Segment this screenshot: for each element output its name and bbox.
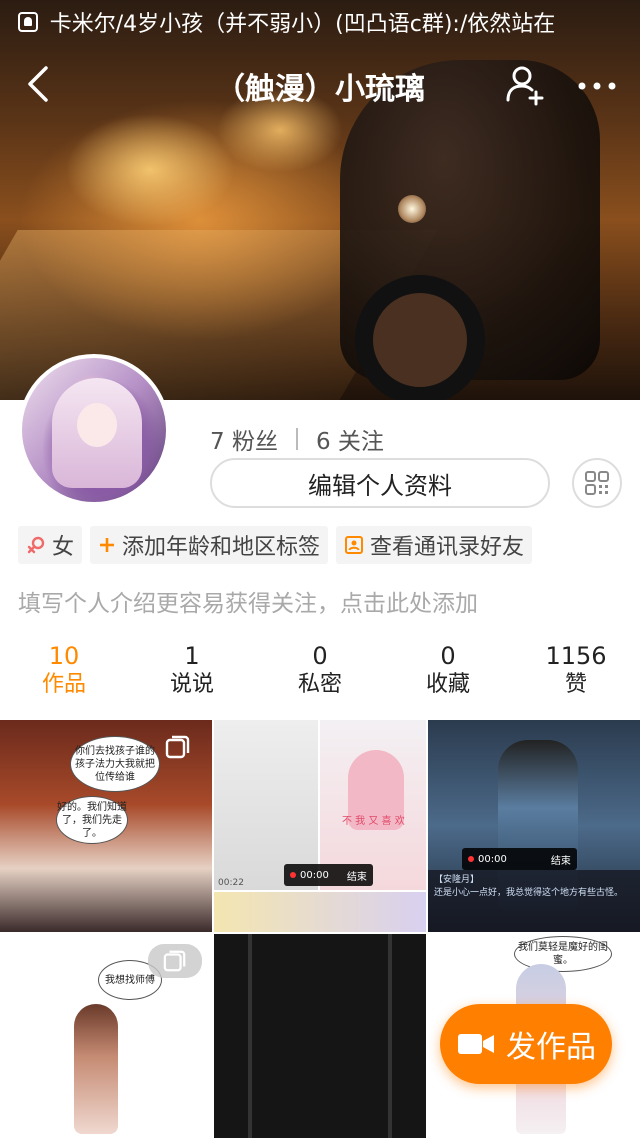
tab-works[interactable]: 10 作品 [0,642,128,706]
avatar-face [77,403,117,447]
rec-end: 结束 [346,871,367,883]
followers-label: 粉丝 [231,429,278,455]
status-notification-text: 卡米尔/4岁小孩（并不弱小）(凹凸语c群):/依然站在 [49,12,556,37]
qr-code-icon [585,471,609,495]
multi-image-icon [158,730,198,764]
add-friend-button[interactable] [502,62,546,106]
character-figure [74,1004,118,1134]
recording-bar: 00:00 结束 [462,848,577,870]
female-icon [26,535,46,555]
rec-end: 结束 [550,855,571,867]
avatar[interactable] [18,354,170,506]
tab-private[interactable]: 0 私密 [256,642,384,706]
more-icon [578,82,616,90]
back-icon [28,66,48,102]
add-age-region-tag[interactable]: 添加年龄和地区标签 [90,526,329,564]
tab-favorites[interactable]: 0 收藏 [384,642,512,706]
video-camera-icon [456,1030,496,1058]
more-button[interactable] [572,62,622,106]
back-button[interactable] [18,62,62,106]
tab-count: 1 [184,642,200,670]
plus-icon [98,536,116,554]
multi-image-icon [148,944,202,978]
tab-posts[interactable]: 1 说说 [128,642,256,706]
profile-tags: 女 添加年龄和地区标签 查看通讯录好友 [18,526,533,564]
tab-label: 收藏 [425,672,470,697]
tab-label: 赞 [564,672,587,697]
contacts-icon [344,535,364,555]
view-contacts-label: 查看通讯录好友 [370,535,525,560]
tab-label: 说说 [169,672,214,697]
tab-label: 私密 [297,672,342,697]
phone-edge [388,934,392,1138]
qr-code-button[interactable] [572,458,622,508]
publish-work-label: 发作品 [506,1030,596,1065]
tab-count: 0 [312,642,328,670]
tab-count: 1156 [545,642,607,670]
pink-caption: 不 我 又 喜 欢 [342,816,405,827]
recording-bar: 00:00 结束 [284,864,373,886]
time-left: 00:22 [218,878,244,888]
profile-tabs: 10 作品 1 说说 0 私密 0 收藏 1156 赞 [0,642,640,706]
video-frame [214,892,426,932]
followers-count: 7 [210,429,225,455]
followers-stat[interactable]: 7 粉丝 [210,422,278,456]
dialog-text: 还是小心一点好，我总觉得这个地方有些古怪。 [434,888,624,898]
speech-bubble: 好的。我们知道了，我们先走了。 [56,796,128,844]
record-dot [468,856,474,862]
tab-count: 10 [48,642,80,670]
publish-work-button[interactable]: 发作品 [440,1004,612,1084]
add-age-region-label: 添加年龄和地区标签 [122,535,321,560]
record-dot [290,872,296,878]
top-nav: （触漫）小琉璃 [0,52,640,116]
add-friend-icon [506,66,544,106]
page-title: （触漫）小琉璃 [215,72,425,107]
notification-icon [18,12,38,32]
cover-wheel [355,275,485,400]
gender-tag[interactable]: 女 [18,526,83,564]
following-label: 关注 [337,429,384,455]
rec-time: 00:00 [478,853,507,865]
work-thumbnail[interactable]: 你们去找孩子谁的孩子法力大我就把位传给谁 好的。我们知道了，我们先走了。 [0,720,212,932]
phone-edge [248,934,252,1138]
gender-label: 女 [52,535,75,560]
following-count: 6 [315,429,331,455]
tab-likes[interactable]: 1156 赞 [512,642,640,706]
speaker-name: 【安隆月】 [434,875,480,885]
dialog-box: 【安隆月】 还是小心一点好，我总觉得这个地方有些古怪。 [428,870,640,932]
bio-placeholder[interactable]: 填写个人介绍更容易获得关注，点击此处添加 [18,584,478,618]
tab-label: 作品 [41,672,86,697]
status-bar: 卡米尔/4岁小孩（并不弱小）(凹凸语c群):/依然站在 [0,0,640,44]
view-contacts-tag[interactable]: 查看通讯录好友 [336,526,533,564]
cover-headlamp [398,195,426,223]
work-thumbnail[interactable]: 我想找师傅 [0,934,212,1138]
work-thumbnail[interactable]: 00:00 结束 【安隆月】 还是小心一点好，我总觉得这个地方有些古怪。 [428,720,640,932]
stats-divider [295,428,298,450]
following-stat[interactable]: 6 关注 [316,422,384,456]
work-thumbnail[interactable] [214,934,426,1138]
tab-count: 0 [440,642,456,670]
follow-stats: 7 粉丝 6 关注 [210,422,384,456]
speech-bubble: 你们去找孩子谁的孩子法力大我就把位传给谁 [70,736,160,792]
edit-profile-button[interactable]: 编辑个人资料 [210,458,550,508]
rec-time: 00:00 [300,869,329,881]
work-thumbnail[interactable]: 不 我 又 喜 欢 00:00 结束 00:22 [214,720,426,932]
